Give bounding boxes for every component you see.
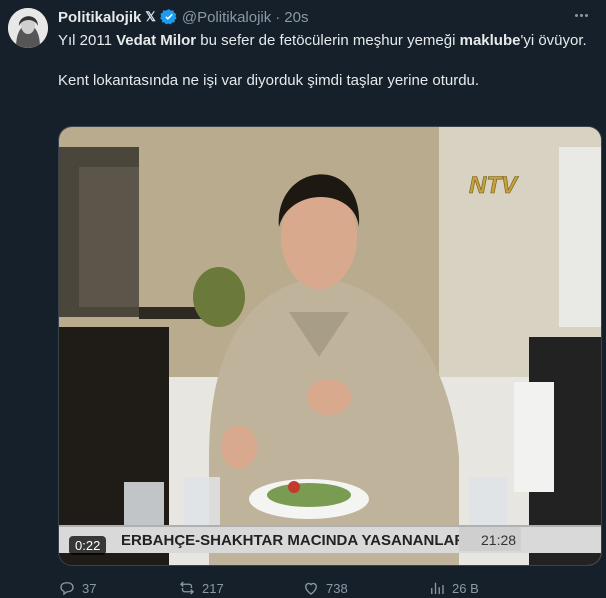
text-segment: 'yi övüyor. [520,32,587,49]
repost-count: 217 [202,580,224,596]
video-player[interactable]: ERBAHÇE-SHAKHTAR MACINDA YASANANLARLA 21… [58,126,602,566]
reply-button[interactable]: 37 [58,579,178,597]
author-handle[interactable]: @Politikalojik [182,9,271,26]
tweet-time[interactable]: 20s [284,9,308,26]
video-frame: ERBAHÇE-SHAKHTAR MACINDA YASANANLARLA 21… [59,127,601,565]
text-segment: Yıl 2011 [58,32,117,49]
news-ticker: ERBAHÇE-SHAKHTAR MACINDA YASANANLARLA [121,532,485,549]
views-count: 26 B [452,580,479,596]
text-segment: bu sefer de fetöcülerin meşhur yemeği [196,32,460,49]
views-chart-icon [431,582,444,594]
reply-icon [60,582,74,596]
more-options-icon[interactable] [570,8,592,22]
reply-count: 37 [82,580,97,596]
x-badge-icon: 𝕏 [145,9,156,24]
tweet[interactable]: Politikalojik 𝕏 @Politikalojik · 20s Yıl… [0,0,606,596]
text-bold-vedat-milor: Vedat Milor [116,32,197,49]
text-bold-maklube: maklube [459,32,521,49]
tweet-paragraph-2: Kent lokantasında ne işi var diyorduk şi… [58,72,480,89]
verified-badge-icon [159,8,178,26]
avatar[interactable] [8,8,48,48]
author-name[interactable]: Politikalojik [58,9,141,26]
ticker-clock: 21:28 [481,532,516,548]
like-count: 738 [326,580,348,596]
views-button[interactable]: 26 B [428,579,538,597]
like-button[interactable]: 738 [302,579,428,597]
tweet-text: Yıl 2011 Vedat Milor bu sefer de fetöcül… [58,31,588,91]
repost-icon [180,581,194,595]
tweet-paragraph-1: Yıl 2011 Vedat Milor bu sefer de fetöcül… [58,31,588,51]
video-duration: 0:22 [69,536,107,555]
tweet-header: Politikalojik 𝕏 @Politikalojik · 20s [58,6,308,28]
heart-icon [305,582,317,595]
ntv-logo: NTV [469,172,519,199]
action-bar: 37 217 738 26 B [58,578,598,598]
separator-dot: · [275,8,281,26]
repost-button[interactable]: 217 [178,579,302,597]
